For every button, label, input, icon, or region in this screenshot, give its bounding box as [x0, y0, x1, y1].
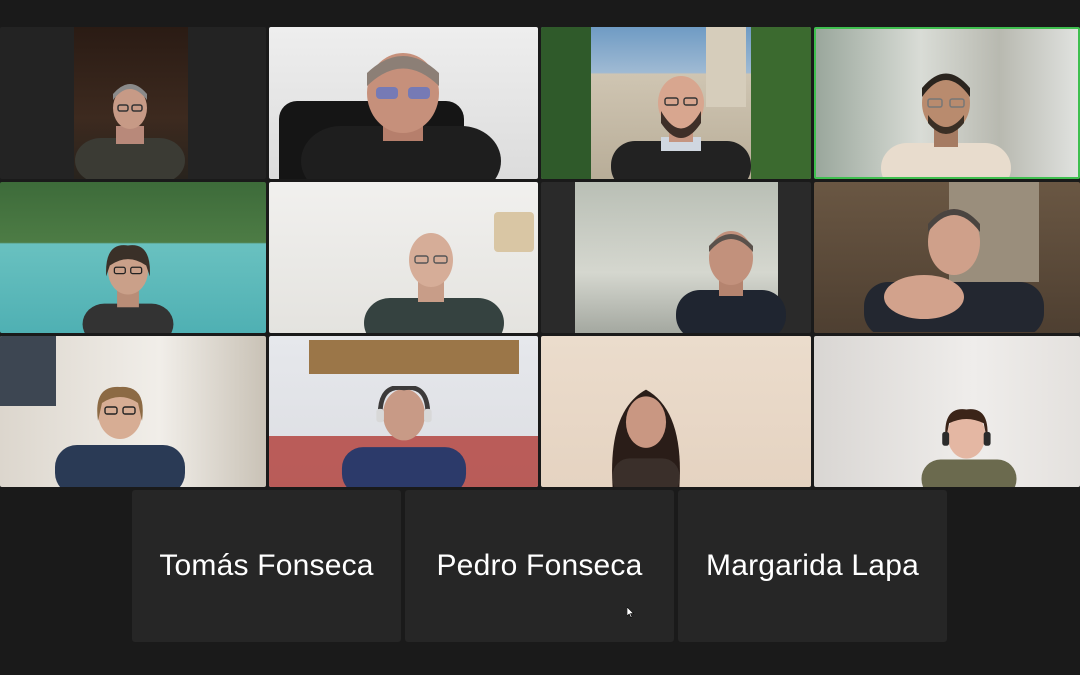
participant-video-tile[interactable]	[814, 182, 1080, 333]
participant-video	[881, 73, 1011, 177]
participant-video-tile[interactable]	[541, 27, 811, 179]
participant-video	[676, 231, 786, 333]
participant-video-tile-active-speaker[interactable]	[814, 27, 1080, 179]
participant-video	[364, 233, 504, 333]
participant-video-tile[interactable]	[541, 182, 811, 333]
participant-video-tile[interactable]	[269, 27, 538, 179]
mouse-pointer-icon	[627, 607, 635, 618]
participant-video-tile[interactable]	[814, 336, 1080, 487]
participant-video-tile[interactable]	[269, 182, 538, 333]
participant-name: Pedro Fonseca	[436, 549, 643, 582]
participant-video	[75, 84, 185, 179]
participant-name: Tomás Fonseca	[159, 549, 374, 582]
participant-video	[921, 409, 1017, 487]
participant-video	[341, 386, 467, 487]
participant-name: Margarida Lapa	[706, 549, 919, 582]
participant-video	[611, 76, 751, 179]
participant-name-tile[interactable]: Tomás Fonseca	[132, 490, 401, 642]
participant-name-tile[interactable]: Pedro Fonseca	[405, 490, 674, 642]
participant-video	[864, 209, 1044, 332]
participant-video	[82, 245, 174, 333]
participant-video-tile[interactable]	[541, 336, 811, 487]
participant-video-tile[interactable]	[0, 27, 266, 179]
participant-name-tile[interactable]: Margarida Lapa	[678, 490, 947, 642]
participant-video-tile[interactable]	[0, 336, 266, 487]
participant-video	[612, 389, 680, 487]
participant-video	[55, 386, 185, 487]
participant-video-tile[interactable]	[0, 182, 266, 333]
gallery-view: Tomás Fonseca Pedro Fonseca Margarida La…	[0, 0, 1080, 675]
participant-video-tile[interactable]	[269, 336, 538, 487]
participant-video	[279, 53, 501, 179]
